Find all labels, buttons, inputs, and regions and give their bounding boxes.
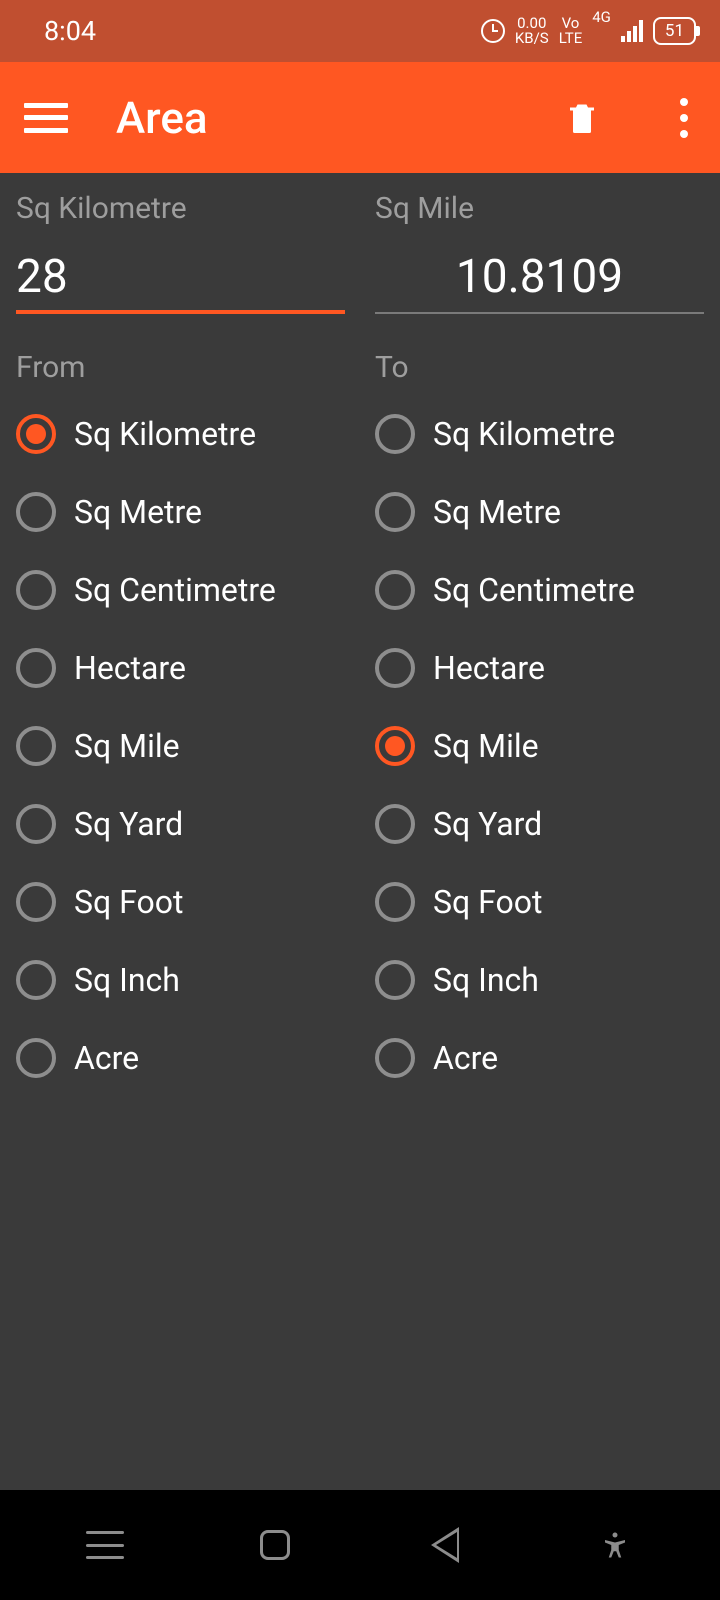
nav-home-icon[interactable] xyxy=(254,1524,296,1566)
from-radio-sq-centimetre[interactable]: Sq Centimetre xyxy=(16,551,345,629)
radio-button-icon xyxy=(16,570,56,610)
radio-label: Hectare xyxy=(74,649,186,687)
menu-icon[interactable] xyxy=(24,103,68,133)
to-section-label: To xyxy=(375,350,704,385)
from-radio-sq-kilometre[interactable]: Sq Kilometre xyxy=(16,395,345,473)
battery-level: 51 xyxy=(665,21,684,41)
radio-button-icon xyxy=(16,492,56,532)
nav-back-icon[interactable] xyxy=(424,1524,466,1566)
radio-button-icon xyxy=(16,882,56,922)
to-radio-sq-kilometre[interactable]: Sq Kilometre xyxy=(375,395,704,473)
from-radio-sq-mile[interactable]: Sq Mile xyxy=(16,707,345,785)
status-time: 8:04 xyxy=(24,15,481,47)
from-radio-list: Sq Kilometre Sq Metre Sq Centimetre Hectare… xyxy=(16,395,345,1097)
radio-button-icon xyxy=(375,726,415,766)
to-radio-hectare[interactable]: Hectare xyxy=(375,629,704,707)
signal-icon xyxy=(621,20,643,42)
status-icons: 0.00 KB/S Vo LTE 4G 51 xyxy=(481,16,696,46)
radio-label: Acre xyxy=(74,1039,139,1077)
net-type-label: 4G xyxy=(592,10,611,25)
from-radio-sq-yard[interactable]: Sq Yard xyxy=(16,785,345,863)
radio-button-icon xyxy=(16,648,56,688)
from-radio-sq-inch[interactable]: Sq Inch xyxy=(16,941,345,1019)
nav-accessibility-icon[interactable] xyxy=(594,1524,636,1566)
status-bar: 8:04 0.00 KB/S Vo LTE 4G 51 xyxy=(0,0,720,62)
to-value-output[interactable]: 10.8109 xyxy=(375,246,704,314)
radio-button-icon xyxy=(375,414,415,454)
radio-button-icon xyxy=(16,414,56,454)
radio-label: Sq Foot xyxy=(74,883,183,921)
to-unit-label: Sq Mile xyxy=(375,191,704,226)
radio-label: Sq Inch xyxy=(74,961,180,999)
radio-button-icon xyxy=(16,726,56,766)
radio-button-icon xyxy=(375,882,415,922)
to-radio-sq-inch[interactable]: Sq Inch xyxy=(375,941,704,1019)
radio-button-icon xyxy=(16,960,56,1000)
radio-label: Hectare xyxy=(433,649,545,687)
radio-button-icon xyxy=(16,1038,56,1078)
radio-label: Sq Yard xyxy=(433,805,542,843)
radio-label: Acre xyxy=(433,1039,498,1077)
radio-label: Sq Yard xyxy=(74,805,183,843)
radio-button-icon xyxy=(16,804,56,844)
radio-button-icon xyxy=(375,804,415,844)
from-column: Sq Kilometre From Sq KilometreSq MetreSq… xyxy=(16,191,345,1490)
radio-label: Sq Metre xyxy=(433,493,561,531)
radio-label: Sq Kilometre xyxy=(433,415,615,453)
radio-button-icon xyxy=(375,1038,415,1078)
to-radio-acre[interactable]: Acre xyxy=(375,1019,704,1097)
to-radio-list: Sq Kilometre Sq Metre Sq Centimetre Hectare… xyxy=(375,395,704,1097)
radio-label: Sq Kilometre xyxy=(74,415,256,453)
nav-recent-icon[interactable] xyxy=(84,1524,126,1566)
alarm-icon xyxy=(481,19,505,43)
radio-button-icon xyxy=(375,570,415,610)
delete-icon[interactable] xyxy=(564,98,600,138)
net-speed-unit: KB/S xyxy=(515,31,549,46)
to-radio-sq-foot[interactable]: Sq Foot xyxy=(375,863,704,941)
radio-label: Sq Metre xyxy=(74,493,202,531)
radio-label: Sq Centimetre xyxy=(74,571,276,609)
page-title: Area xyxy=(116,92,516,144)
from-section-label: From xyxy=(16,350,345,385)
from-unit-label: Sq Kilometre xyxy=(16,191,345,226)
radio-label: Sq Mile xyxy=(74,727,180,765)
radio-button-icon xyxy=(375,960,415,1000)
volte-icon: Vo LTE xyxy=(559,16,583,46)
to-column: Sq Mile 10.8109 To Sq KilometreSq MetreS… xyxy=(375,191,704,1490)
radio-button-icon xyxy=(375,648,415,688)
volte-bottom: LTE xyxy=(559,31,583,46)
app-bar: Area xyxy=(0,62,720,173)
from-radio-hectare[interactable]: Hectare xyxy=(16,629,345,707)
net-speed-icon: 0.00 KB/S xyxy=(515,16,549,46)
radio-label: Sq Mile xyxy=(433,727,539,765)
battery-icon: 51 xyxy=(653,17,696,45)
from-value-input[interactable] xyxy=(16,246,345,314)
radio-label: Sq Centimetre xyxy=(433,571,635,609)
radio-button-icon xyxy=(375,492,415,532)
to-radio-sq-centimetre[interactable]: Sq Centimetre xyxy=(375,551,704,629)
radio-label: Sq Inch xyxy=(433,961,539,999)
from-radio-acre[interactable]: Acre xyxy=(16,1019,345,1097)
screen: 8:04 0.00 KB/S Vo LTE 4G 51 Area xyxy=(0,0,720,1600)
overflow-icon[interactable] xyxy=(680,98,688,138)
to-radio-sq-metre[interactable]: Sq Metre xyxy=(375,473,704,551)
radio-label: Sq Foot xyxy=(433,883,542,921)
from-radio-sq-metre[interactable]: Sq Metre xyxy=(16,473,345,551)
from-radio-sq-foot[interactable]: Sq Foot xyxy=(16,863,345,941)
to-radio-sq-yard[interactable]: Sq Yard xyxy=(375,785,704,863)
system-nav-bar xyxy=(0,1490,720,1600)
to-radio-sq-mile[interactable]: Sq Mile xyxy=(375,707,704,785)
content-area: Sq Kilometre From Sq KilometreSq MetreSq… xyxy=(0,173,720,1490)
